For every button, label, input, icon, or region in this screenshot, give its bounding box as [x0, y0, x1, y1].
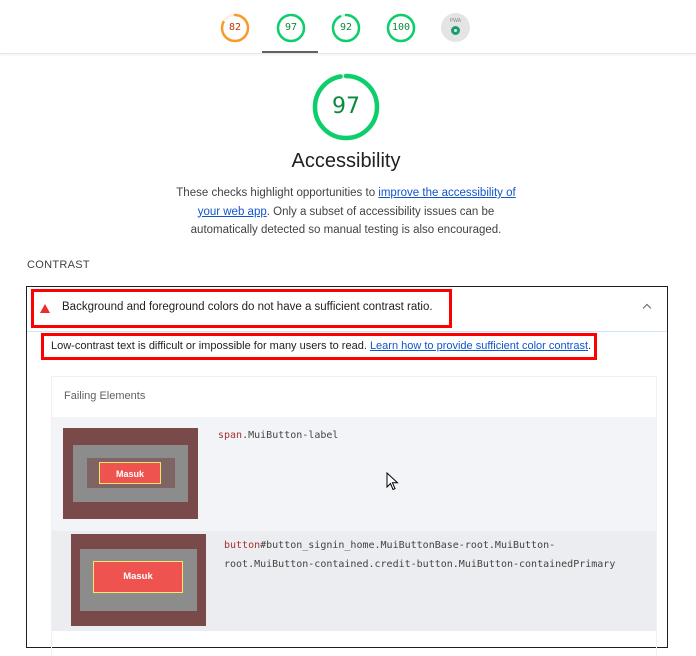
chevron-up-icon[interactable] [642, 303, 652, 313]
gauge-score: 100 [391, 22, 411, 33]
selector-classes-continued: root.MuiButton-contained.credit-button.M… [224, 559, 616, 570]
group-title-contrast: CONTRAST [27, 259, 90, 271]
gauge-accessibility[interactable]: 97 [276, 13, 306, 43]
pwa-badge-label: PWA [449, 18, 462, 24]
failing-elements-table: Failing Elements Masuk span.MuiButton-la… [51, 376, 657, 656]
failing-elements-header-label: Failing Elements [64, 390, 146, 402]
table-row: Masuk span.MuiButton-label [52, 417, 656, 531]
node-selector: span.MuiButton-label [218, 428, 338, 444]
failing-elements-header: Failing Elements [52, 376, 656, 418]
selector-id-classes: #button_signin_home.MuiButtonBase-root.M… [260, 540, 556, 551]
gauge-seo[interactable]: 100 [386, 13, 416, 43]
masuk-button-thumbnail: Masuk [99, 462, 161, 484]
pwa-icon [451, 26, 460, 35]
element-screenshot: Masuk [63, 428, 198, 519]
masuk-button-thumbnail: Masuk [93, 561, 183, 593]
category-description: These checks highlight opportunities to … [166, 184, 526, 240]
accessibility-score-gauge: 97 [311, 72, 381, 142]
node-selector: button#button_signin_home.MuiButtonBase-… [224, 536, 615, 574]
gauge-score: 97 [284, 22, 298, 33]
accessibility-score: 97 [332, 94, 360, 119]
element-screenshot: Masuk [71, 534, 206, 626]
gauge-performance[interactable]: 82 [220, 13, 250, 43]
selector-tag: button [224, 540, 261, 551]
gauge-best-practices[interactable]: 92 [331, 13, 361, 43]
category-title: Accessibility [291, 150, 401, 172]
pwa-badge[interactable]: PWA [441, 13, 470, 42]
selector-line: button#button_signin_home.MuiButtonBase-… [224, 536, 615, 555]
score-gauge-bar: 82 97 92 100 PWA [0, 0, 696, 54]
table-row: Masuk button#button_signin_home.MuiButto… [52, 531, 656, 631]
selector-classes: .MuiButton-label [242, 430, 339, 441]
audit-description-highlight-box [41, 333, 597, 360]
active-gauge-indicator [262, 51, 318, 53]
gauge-score: 82 [228, 22, 242, 33]
mouse-cursor-icon [386, 472, 399, 491]
category-description-text: These checks highlight opportunities to [176, 187, 379, 199]
gauge-score: 92 [339, 22, 353, 33]
audit-title-highlight-box [31, 289, 452, 328]
selector-tag: span [218, 430, 243, 441]
